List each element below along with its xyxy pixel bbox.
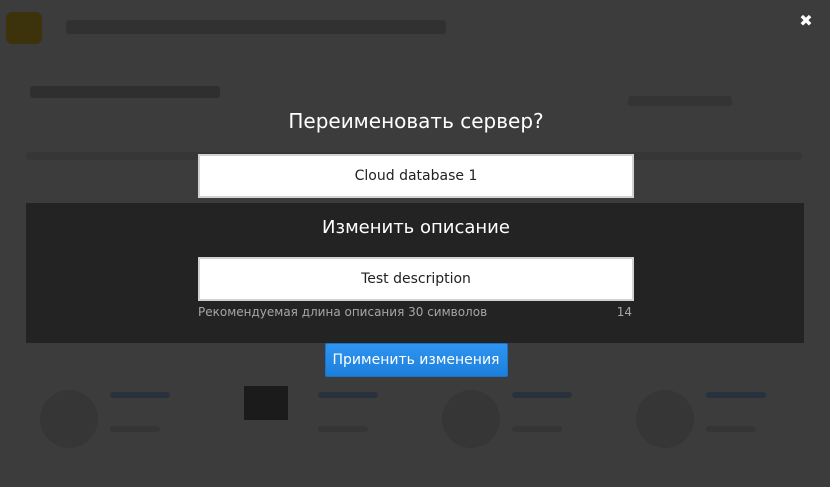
description-input[interactable]: [198, 257, 634, 301]
description-char-count: 14: [616, 305, 632, 319]
close-icon[interactable]: ✖: [797, 12, 815, 30]
rename-server-dialog: Переименовать сервер? Изменить описание …: [198, 106, 634, 377]
description-length-hint: Рекомендуемая длина описания 30 символов: [198, 305, 488, 319]
dialog-title: Переименовать сервер?: [288, 109, 544, 133]
apply-changes-button[interactable]: Применить изменения: [324, 343, 508, 377]
description-heading: Изменить описание: [322, 217, 510, 238]
server-name-input[interactable]: [198, 154, 634, 198]
description-hint-row: Рекомендуемая длина описания 30 символов…: [198, 303, 634, 321]
